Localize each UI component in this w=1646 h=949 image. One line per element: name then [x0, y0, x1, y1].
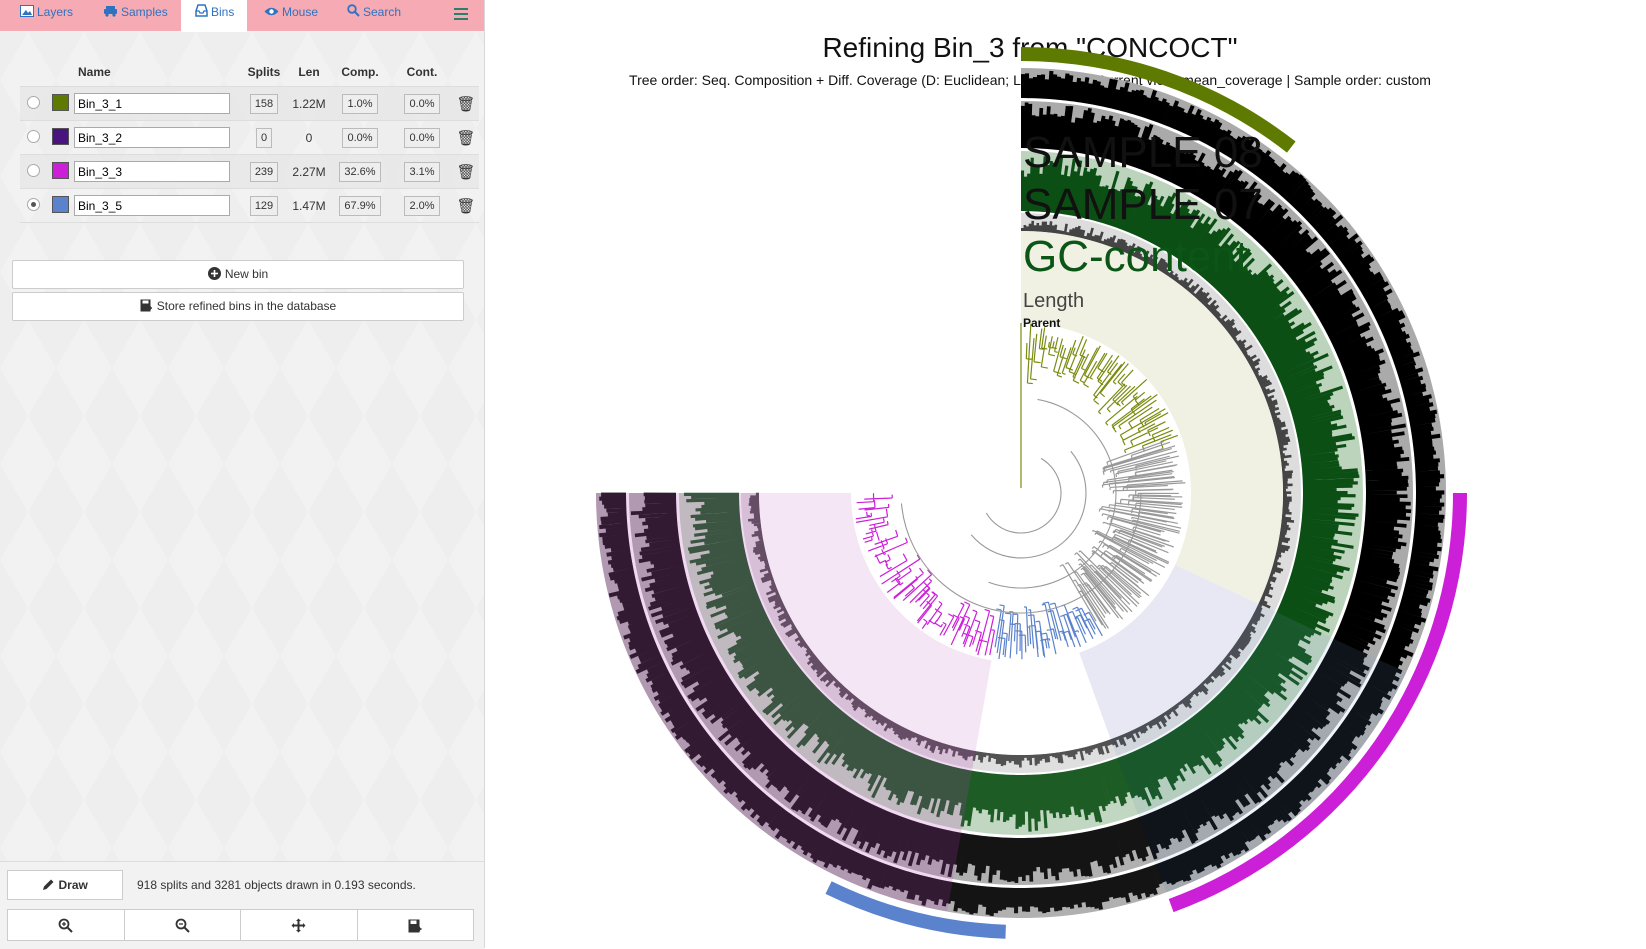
bin-splits: 0: [255, 127, 273, 148]
bin-row: 158 1.22M 1.0% 0.0% 🗑: [20, 86, 479, 121]
zoom-in-button[interactable]: [8, 910, 125, 940]
trash-icon[interactable]: 🗑: [456, 197, 475, 215]
bin-length: 2.27M: [292, 164, 326, 179]
bin-contamination[interactable]: 3.1%: [404, 161, 440, 182]
bin-completion[interactable]: 32.6%: [339, 161, 381, 182]
bin-name-input[interactable]: [74, 161, 230, 182]
tab-search[interactable]: Search: [347, 0, 401, 31]
bin-name-input[interactable]: [74, 93, 230, 114]
bottom-toolbar: Draw 918 splits and 3281 objects drawn i…: [0, 861, 484, 949]
trash-icon[interactable]: 🗑: [456, 163, 475, 181]
bin-radio[interactable]: [26, 95, 40, 109]
bin-completion[interactable]: 0.0%: [342, 127, 378, 148]
bin-completion[interactable]: 1.0%: [342, 93, 378, 114]
bin-radio[interactable]: [26, 197, 40, 211]
header-splits: Splits: [239, 58, 289, 87]
pencil-icon: [42, 878, 58, 892]
bin-splits: 158: [249, 93, 279, 114]
bin-color-swatch[interactable]: [51, 93, 69, 111]
center-button[interactable]: [241, 910, 358, 940]
save-icon: [140, 293, 153, 320]
bin-row: 0 0 0.0% 0.0% 🗑: [20, 121, 479, 155]
tab-layers[interactable]: Layers: [20, 0, 73, 31]
bin-row: 129 1.47M 67.9% 2.0% 🗑: [20, 189, 479, 223]
car-icon: [103, 1, 118, 25]
zoom-controls: [7, 909, 474, 941]
bins-table: Name Splits Len Comp. Cont. 158 1.22M 1.…: [20, 58, 479, 223]
save-icon: [408, 919, 422, 933]
header-len: Len: [289, 58, 329, 87]
draw-button[interactable]: Draw: [7, 870, 123, 900]
bin-length: 0: [305, 130, 313, 145]
image-icon: [20, 1, 34, 25]
layer-label-gc-content: GC-content: [1023, 232, 1248, 281]
header-cont: Cont.: [391, 58, 453, 87]
header-name: Name: [74, 58, 239, 87]
bin-name-input[interactable]: [74, 195, 230, 216]
sidebar: Layers Samples Bins Mouse Search Name Sp…: [0, 0, 485, 949]
bin-color-swatch[interactable]: [51, 195, 69, 213]
trash-icon[interactable]: 🗑: [456, 129, 475, 147]
new-bin-button[interactable]: New bin: [12, 260, 464, 289]
tab-mouse[interactable]: Mouse: [264, 0, 318, 31]
bin-splits: 129: [249, 195, 279, 216]
layer-label-parent: Parent: [1023, 316, 1061, 330]
bin-name-input[interactable]: [74, 127, 230, 148]
tab-bar: Layers Samples Bins Mouse Search: [0, 0, 484, 32]
save-image-button[interactable]: [358, 910, 474, 940]
trash-icon[interactable]: 🗑: [456, 95, 475, 113]
bin-radio[interactable]: [26, 163, 40, 177]
zoom-out-button[interactable]: [125, 910, 241, 940]
tab-bins[interactable]: Bins: [181, 0, 247, 32]
layer-label-sample07: SAMPLE 07: [1023, 180, 1263, 229]
bin-contamination[interactable]: 0.0%: [404, 127, 440, 148]
bin-contamination[interactable]: 0.0%: [404, 93, 440, 114]
main-canvas: Refining Bin_3 from "CONCOCT" Tree order…: [485, 0, 1646, 948]
search-icon: [347, 1, 360, 25]
eye-icon: [264, 1, 279, 25]
bin-color-swatch[interactable]: [51, 161, 69, 179]
bin-contamination[interactable]: 2.0%: [404, 195, 440, 216]
bin-length: 1.47M: [292, 198, 326, 213]
header-comp: Comp.: [329, 58, 391, 87]
draw-status: 918 splits and 3281 objects drawn in 0.1…: [137, 878, 416, 892]
bin-completion[interactable]: 67.9%: [339, 195, 381, 216]
store-bins-button[interactable]: Store refined bins in the database: [12, 292, 464, 321]
plus-circle-icon: [207, 261, 221, 288]
bin-row: 239 2.27M 32.6% 3.1% 🗑: [20, 154, 479, 189]
layer-label-length: Length: [1023, 290, 1085, 312]
move-icon: [291, 918, 306, 933]
menu-icon[interactable]: [454, 6, 468, 23]
tab-samples[interactable]: Samples: [103, 0, 168, 31]
bin-length: 1.22M: [292, 96, 326, 111]
layer-label-sample08: SAMPLE 08: [1023, 128, 1263, 177]
inbox-icon: [195, 1, 208, 25]
bin-radio[interactable]: [26, 129, 40, 143]
bin-splits: 239: [249, 161, 279, 182]
bin-color-swatch[interactable]: [51, 127, 69, 145]
zoom-out-icon: [175, 918, 190, 933]
zoom-in-icon: [58, 918, 73, 933]
